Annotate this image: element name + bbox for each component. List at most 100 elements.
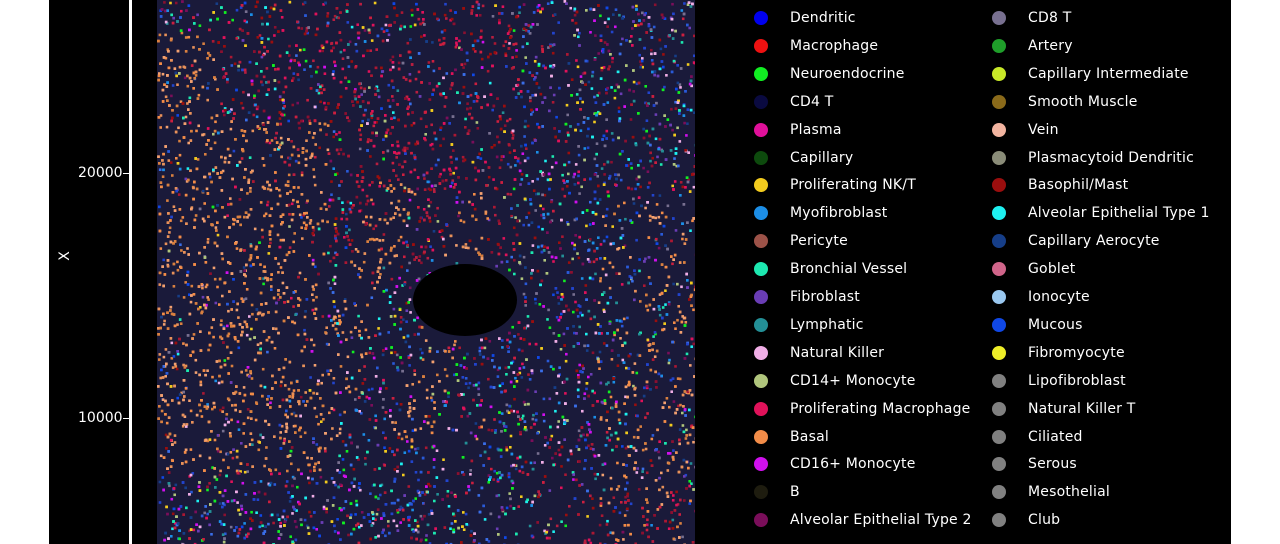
scatter-point bbox=[424, 339, 428, 342]
scatter-point bbox=[586, 515, 589, 518]
scatter-point bbox=[353, 264, 357, 267]
scatter-point bbox=[245, 288, 249, 291]
scatter-point bbox=[466, 59, 469, 62]
scatter-point bbox=[578, 192, 581, 195]
scatter-point bbox=[688, 26, 691, 30]
scatter-point bbox=[494, 213, 497, 217]
scatter-point bbox=[225, 413, 229, 416]
scatter-point bbox=[579, 75, 583, 78]
scatter-point bbox=[487, 175, 491, 179]
scatter-point bbox=[319, 475, 323, 479]
scatter-point bbox=[436, 17, 439, 21]
scatter-point bbox=[159, 126, 162, 129]
scatter-point bbox=[520, 277, 524, 280]
scatter-point bbox=[664, 303, 667, 306]
scatter-point bbox=[379, 493, 382, 497]
scatter-point bbox=[611, 57, 614, 60]
scatter-point bbox=[527, 211, 531, 215]
scatter-point bbox=[378, 239, 382, 242]
scatter-point bbox=[417, 478, 420, 482]
scatter-point bbox=[620, 501, 623, 504]
scatter-point bbox=[578, 363, 581, 367]
scatter-point bbox=[327, 373, 331, 376]
scatter-point bbox=[387, 99, 390, 102]
scatter-point bbox=[177, 294, 180, 298]
scatter-point bbox=[288, 44, 291, 48]
scatter-point bbox=[657, 450, 660, 454]
scatter-point bbox=[520, 495, 523, 498]
scatter-point bbox=[681, 237, 684, 241]
scatter-point bbox=[341, 201, 344, 204]
scatter-point bbox=[605, 344, 609, 347]
scatter-point bbox=[548, 397, 552, 401]
scatter-point bbox=[300, 226, 303, 229]
scatter-point bbox=[610, 30, 614, 34]
scatter-point bbox=[219, 450, 222, 454]
scatter-point bbox=[177, 193, 181, 196]
scatter-point bbox=[509, 193, 513, 196]
scatter-point bbox=[208, 175, 212, 179]
scatter-point bbox=[171, 512, 175, 516]
scatter-point bbox=[409, 25, 413, 28]
scatter-point bbox=[308, 481, 311, 485]
scatter-point bbox=[674, 327, 677, 330]
scatter-point bbox=[230, 418, 233, 422]
scatter-point bbox=[628, 40, 632, 43]
scatter-point bbox=[328, 411, 331, 415]
scatter-point bbox=[408, 406, 412, 409]
scatter-point bbox=[264, 212, 268, 216]
scatter-point bbox=[436, 206, 439, 210]
scatter-point bbox=[439, 172, 442, 176]
scatter-point bbox=[364, 462, 367, 466]
scatter-point bbox=[177, 126, 180, 130]
scatter-point bbox=[483, 346, 487, 350]
scatter-point bbox=[424, 133, 427, 136]
scatter-point bbox=[581, 100, 584, 104]
scatter-point bbox=[262, 282, 265, 286]
scatter-point bbox=[192, 46, 195, 49]
scatter-point bbox=[179, 219, 183, 223]
scatter-point bbox=[237, 428, 241, 431]
scatter-point bbox=[681, 424, 685, 427]
scatter-point bbox=[296, 485, 299, 489]
scatter-point bbox=[262, 164, 266, 167]
scatter-point bbox=[642, 166, 645, 170]
scatter-point bbox=[187, 35, 191, 39]
scatter-point bbox=[519, 183, 522, 186]
scatter-point bbox=[501, 346, 504, 349]
scatter-point bbox=[162, 355, 166, 359]
scatter-point bbox=[291, 512, 294, 515]
scatter-point bbox=[605, 431, 609, 434]
scatter-point bbox=[496, 120, 500, 123]
scatter-point bbox=[158, 33, 162, 37]
scatter-point bbox=[522, 292, 526, 296]
scatter-point bbox=[358, 275, 362, 279]
scatter-point bbox=[577, 429, 581, 433]
scatter-point bbox=[229, 451, 233, 454]
scatter-point bbox=[571, 19, 574, 22]
scatter-point bbox=[293, 321, 297, 325]
scatter-point bbox=[654, 216, 657, 220]
scatter-point bbox=[345, 386, 348, 390]
scatter-point bbox=[671, 262, 674, 266]
scatter-point bbox=[340, 217, 343, 221]
scatter-point bbox=[230, 364, 234, 368]
scatter-point bbox=[257, 448, 261, 452]
scatter-point bbox=[652, 335, 655, 338]
scatter-point bbox=[531, 244, 535, 247]
scatter-point bbox=[463, 31, 466, 35]
scatter-point bbox=[561, 235, 564, 238]
scatter-point bbox=[237, 316, 240, 319]
scatter-point bbox=[661, 485, 665, 489]
scatter-point bbox=[220, 319, 223, 322]
scatter-point bbox=[402, 173, 405, 176]
scatter-point bbox=[598, 350, 602, 354]
scatter-point bbox=[206, 98, 209, 102]
scatter-point bbox=[563, 279, 566, 283]
scatter-point bbox=[625, 366, 628, 370]
scatter-point bbox=[508, 42, 511, 45]
scatter-point bbox=[623, 514, 627, 517]
scatter-point bbox=[332, 167, 335, 170]
scatter-point bbox=[330, 193, 333, 196]
scatter-point bbox=[285, 480, 289, 483]
